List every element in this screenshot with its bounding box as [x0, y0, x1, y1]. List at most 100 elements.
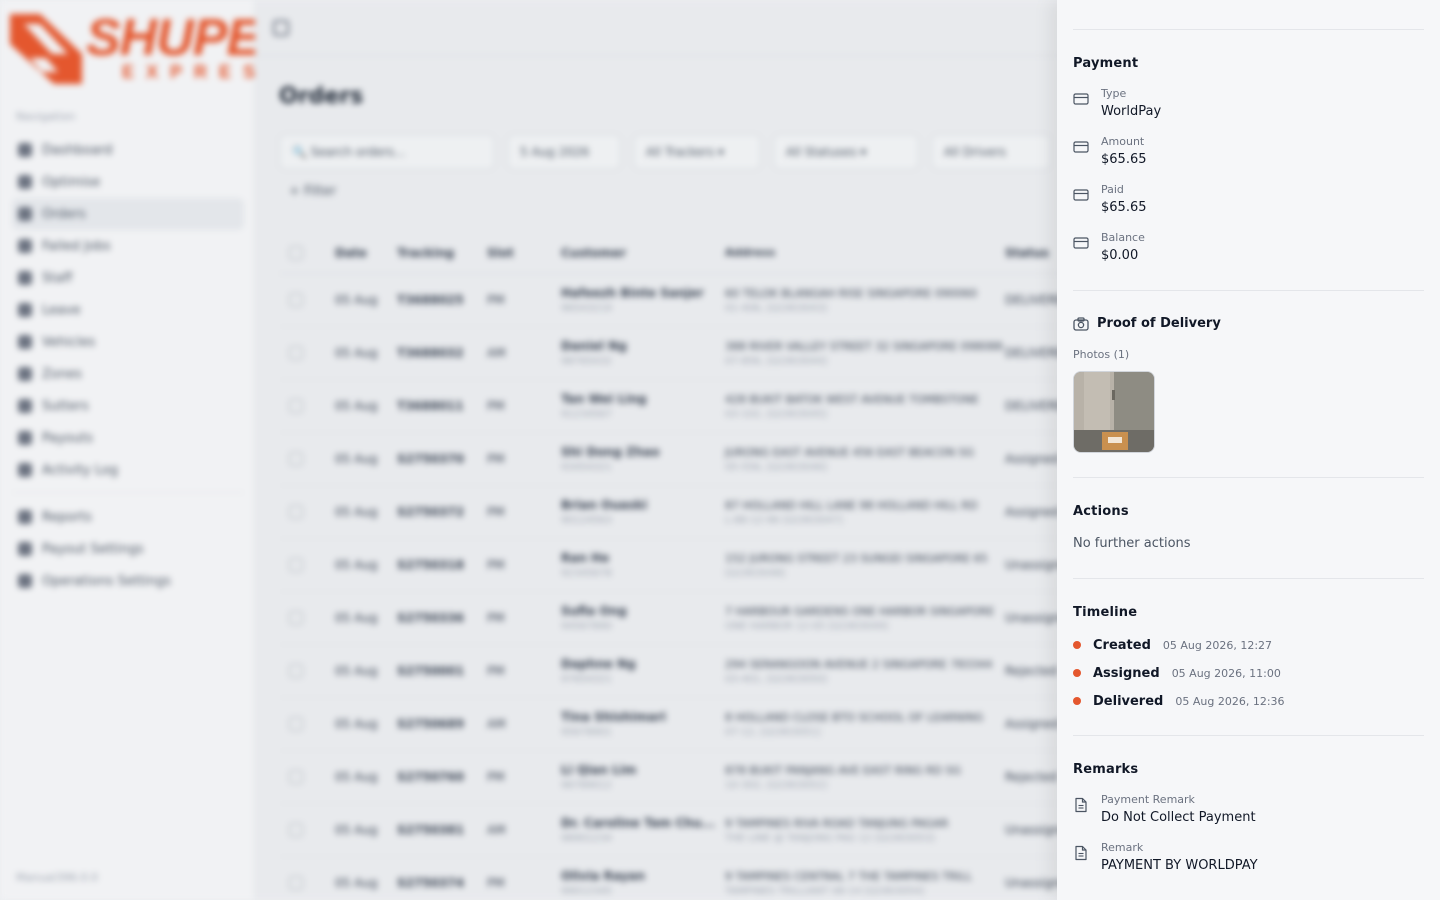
customer-name: Li Qian Lim [561, 763, 637, 777]
sidebar-item-leave[interactable]: Leave [12, 294, 244, 326]
cell-slot: PM [487, 452, 505, 466]
address-line: 87 HOLLAND HILL LANE 98 HOLLAND HILL RD [725, 498, 978, 512]
row-select-cell [279, 505, 335, 519]
status-filter[interactable]: All Statuses ▾ [773, 134, 919, 170]
row-checkbox[interactable] [289, 717, 303, 731]
sidebar-item-activity-log[interactable]: Activity Log [12, 454, 244, 486]
document-icon [1073, 845, 1089, 861]
tracker-filter[interactable]: All Trackers ▾ [633, 134, 761, 170]
cell-customer: Daphne Ng 97654321 [561, 657, 725, 685]
cell-tracking[interactable]: S2750001 [397, 664, 487, 678]
field-value: $65.65 [1101, 152, 1147, 167]
cell-tracking[interactable]: S2750381 [397, 823, 487, 837]
row-checkbox[interactable] [289, 770, 303, 784]
address-line: 294 SERANGOON AVENUE 2 SINGAPORE 783344 [725, 657, 993, 671]
timeline-event-delivered: Delivered 05 Aug 2026, 12:36 [1073, 692, 1285, 710]
field-label: Type [1101, 87, 1127, 100]
cell-customer: Brian Ouaski 90124563 [561, 498, 725, 526]
route-icon [18, 175, 32, 189]
sidebar-item-staff[interactable]: Staff [12, 262, 244, 294]
address-line: 388 RIVER VALLEY STREET 32 SINGAPORE 098… [725, 339, 1003, 353]
cell-tracking[interactable]: T3688025 [397, 293, 487, 307]
cell-customer: Li Qian Lim 96789012 [561, 763, 725, 791]
row-checkbox[interactable] [289, 823, 303, 837]
cell-tracking[interactable]: S2750689 [397, 717, 487, 731]
address-unit: ONE HARBOR 12-05 [Q1903049] [725, 620, 889, 632]
actions-section-title: Actions [1073, 504, 1129, 519]
cell-tracking[interactable]: T3688011 [397, 399, 487, 413]
chart-icon [18, 510, 32, 524]
row-checkbox[interactable] [289, 399, 303, 413]
sidebar-item-operations-settings[interactable]: Operations Settings [12, 565, 244, 597]
row-checkbox[interactable] [289, 876, 303, 890]
sidebar-item-label: Payout Settings [42, 541, 144, 557]
row-checkbox[interactable] [289, 346, 303, 360]
document-icon [1073, 797, 1089, 813]
row-checkbox[interactable] [289, 664, 303, 678]
sidebar-item-failed-jobs[interactable]: Failed Jobs [12, 230, 244, 262]
column-header-slot[interactable]: Slot [487, 246, 561, 260]
column-header-address[interactable]: Address [725, 246, 1005, 259]
cell-tracking[interactable]: S2750374 [397, 876, 487, 890]
cell-tracking[interactable]: S2750372 [397, 505, 487, 519]
cell-slot: PM [487, 505, 505, 519]
sidebar-item-zones[interactable]: Zones [12, 358, 244, 390]
cell-address: JURONG EAST AVENUE 456 EAST BEACON SG 05-… [725, 446, 1005, 473]
timeline-event-name: Delivered [1093, 693, 1164, 709]
cell-date: 05 Aug [335, 399, 378, 413]
address-line: 9 TAMPINES RIVA ROAD TANJUNG PAGAR [725, 816, 949, 830]
status-filter-label: All Statuses [786, 145, 857, 159]
row-checkbox[interactable] [289, 452, 303, 466]
search-input[interactable]: 🔍 Search orders... [279, 134, 495, 170]
row-checkbox[interactable] [289, 611, 303, 625]
people-icon [18, 399, 32, 413]
sidebar-item-orders[interactable]: Orders [12, 198, 244, 230]
timeline-event-time: 05 Aug 2026, 11:00 [1171, 666, 1281, 680]
cell-tracking[interactable]: S2750370 [397, 452, 487, 466]
sidebar-toggle-icon[interactable] [273, 20, 289, 36]
nav-heading: Navigation [16, 110, 76, 123]
customer-phone: 97654321 [561, 674, 612, 685]
tracker-filter-label: All Trackers [646, 145, 715, 159]
select-all-checkbox[interactable] [289, 245, 303, 260]
address-unit: 03-102, [Q1903045] [725, 408, 827, 420]
sidebar-item-vehicles[interactable]: Vehicles [12, 326, 244, 358]
cell-customer: Tan Wei Ling 91234567 [561, 392, 725, 420]
cell-address: 8 HOLLAND CLOSE BTO SCHOOL OF LEARNING 07… [725, 711, 1005, 738]
cell-date: 05 Aug [335, 558, 378, 572]
photos-count: Photos (1) [1073, 348, 1130, 361]
sidebar-item-sutters[interactable]: Sutters [12, 390, 244, 422]
cell-slot: AM [487, 823, 506, 837]
driver-filter-label: All Drivers [944, 145, 1006, 159]
grid-icon [18, 143, 32, 157]
cell-tracking[interactable]: T3688032 [397, 346, 487, 360]
column-header-date[interactable]: Date [335, 246, 397, 260]
date-filter[interactable]: 5 Aug 2026 [507, 134, 621, 170]
row-checkbox[interactable] [289, 293, 303, 307]
sidebar-item-reports[interactable]: Reports [12, 501, 244, 533]
date-filter-label: 5 Aug 2026 [520, 145, 590, 159]
address-unit: 07-12, [Q1903051] [725, 726, 821, 738]
column-header-customer[interactable]: Customer [561, 246, 725, 260]
row-checkbox[interactable] [289, 558, 303, 572]
row-select-cell [279, 770, 335, 784]
sidebar-item-dashboard[interactable]: Dashboard [12, 134, 244, 166]
driver-filter[interactable]: All Drivers [931, 134, 1051, 170]
add-filter-button[interactable]: + Filter [289, 184, 336, 199]
field-label: Payment Remark [1101, 793, 1195, 806]
cell-tracking[interactable]: S2750336 [397, 611, 487, 625]
cell-tracking[interactable]: S2750760 [397, 770, 487, 784]
row-select-cell [279, 664, 335, 678]
cell-slot: PM [487, 399, 505, 413]
delivery-photo-thumbnail[interactable] [1073, 371, 1155, 453]
sidebar-item-payouts[interactable]: Payouts [12, 422, 244, 454]
address-line: 152 JURONG STREET 23 SUNGEI SINGAPORE 65 [725, 551, 988, 565]
column-header-tracking[interactable]: Tracking [397, 246, 487, 260]
row-checkbox[interactable] [289, 505, 303, 519]
sidebar-item-payout-settings[interactable]: Payout Settings [12, 533, 244, 565]
customer-phone: 92345678 [561, 568, 612, 579]
credit-card-icon [1073, 91, 1089, 105]
sidebar-item-optimise[interactable]: Optimise [12, 166, 244, 198]
cell-tracking[interactable]: S2750318 [397, 558, 487, 572]
cell-slot: PM [487, 558, 505, 572]
